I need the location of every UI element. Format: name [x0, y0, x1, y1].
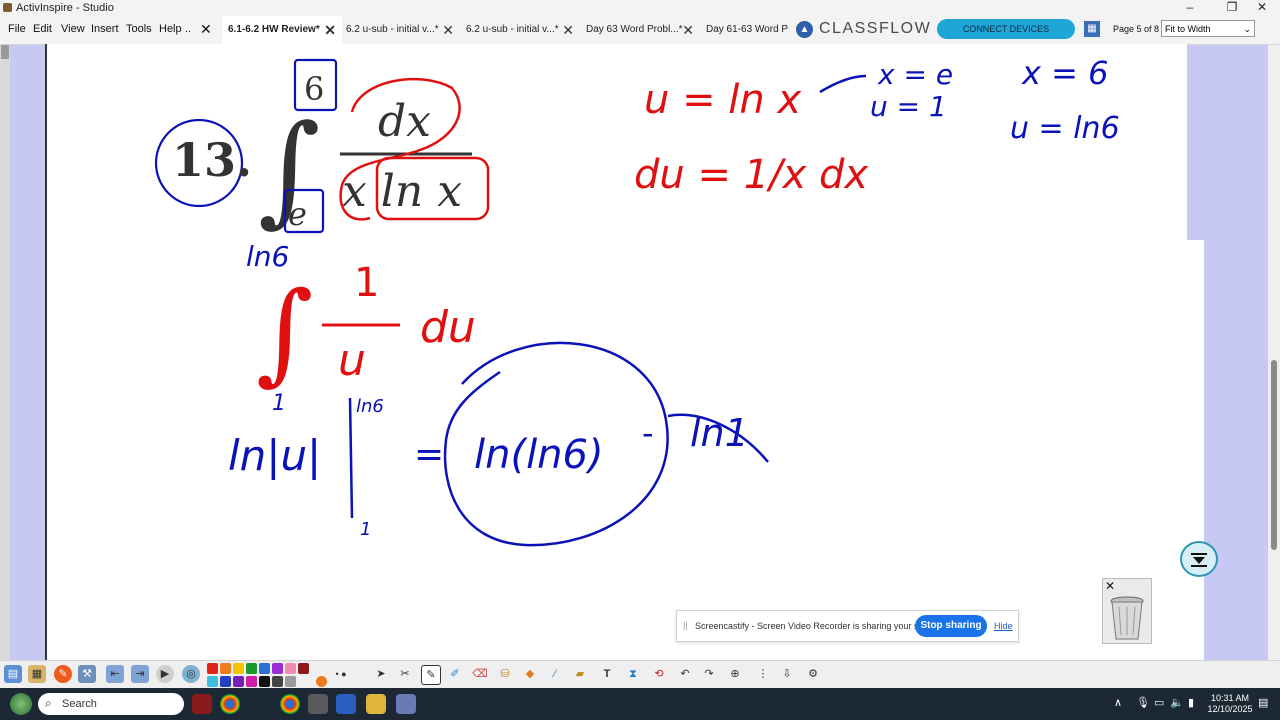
upper-limit-u: u = ln6	[1010, 111, 1120, 146]
flipchart-content: 13. ∫ 6 e dx x ln x u = ln x du = 1/x dx…	[154, 54, 1120, 547]
browsers-icon[interactable]: ▦	[28, 665, 46, 683]
color-swatch[interactable]	[207, 676, 218, 687]
share-message: Screencastify - Screen Video Recorder is…	[695, 621, 944, 631]
antiderivative: ln|u|	[228, 431, 321, 480]
timer-icon[interactable]: ⧗	[624, 665, 642, 683]
notifications-icon[interactable]: ▤	[1258, 696, 1268, 709]
clock[interactable]: 10:31 AM 12/10/2025	[1206, 693, 1254, 715]
more-tools-icon[interactable]: ⋮	[754, 665, 772, 683]
globe-icon[interactable]: ◎	[182, 665, 200, 683]
color-swatch[interactable]	[285, 676, 296, 687]
collapse-icon	[1191, 553, 1207, 567]
stop-sharing-button[interactable]: Stop sharing	[915, 615, 987, 637]
file-explorer-icon[interactable]	[366, 694, 386, 714]
color-swatch[interactable]	[316, 676, 327, 687]
tray-chevron-icon[interactable]: ∧	[1114, 696, 1122, 709]
hide-link[interactable]: Hide	[994, 621, 1013, 631]
substitution-du: du = 1/x dx	[634, 152, 868, 198]
search-placeholder: Search	[62, 698, 97, 710]
minus-sign: -	[642, 414, 654, 452]
clear-icon[interactable]: ⊕	[726, 665, 744, 683]
previous-page-icon[interactable]: ⇤	[106, 665, 124, 683]
app-icon[interactable]	[396, 694, 416, 714]
reset-icon[interactable]: ⟲	[650, 665, 668, 683]
collapse-toolbox-button[interactable]	[1180, 541, 1218, 577]
drag-handle-icon[interactable]: ||	[683, 620, 688, 630]
color-swatch[interactable]	[272, 663, 283, 674]
shape-icon[interactable]: ◆	[521, 665, 539, 683]
chrome-icon[interactable]	[280, 694, 300, 714]
trash-bin[interactable]: ✕	[1102, 578, 1152, 644]
clock-date: 12/10/2025	[1207, 704, 1253, 714]
search-icon: ⌕	[45, 696, 52, 710]
main-toolbox: ▤ ▦ ✎ ⚒ ⇤ ⇥ ▶ ◎ • ● ● ➤ ✂ ✎ ✐ ⌫ ⛁ ◆ ⁄ ▰ …	[0, 660, 1280, 697]
close-icon[interactable]: ✕	[1105, 579, 1115, 593]
color-swatch[interactable]	[246, 663, 257, 674]
trash-icon	[1110, 596, 1144, 640]
problem-number: 13.	[172, 133, 252, 187]
screen-share-notice: || Screencastify - Screen Video Recorder…	[676, 610, 1019, 642]
eval-upper-limit: ln6	[356, 396, 384, 417]
color-swatch[interactable]	[233, 676, 244, 687]
color-swatch[interactable]	[246, 676, 257, 687]
outlook-icon[interactable]	[336, 694, 356, 714]
microphone-icon[interactable]: 🎙	[1136, 696, 1150, 709]
dock-icon[interactable]: ⇩	[778, 665, 796, 683]
upper-limit-x: x = 6	[1021, 54, 1108, 92]
new-denominator: u	[338, 335, 366, 386]
battery-icon[interactable]: ▮	[1188, 696, 1194, 709]
display-icon[interactable]: ▭	[1154, 696, 1164, 709]
color-swatch[interactable]	[259, 663, 270, 674]
clock-time: 10:31 AM	[1210, 693, 1250, 703]
text-icon[interactable]: T	[598, 665, 616, 683]
fill-icon[interactable]: ⛁	[496, 665, 514, 683]
folder-icon[interactable]: ▰	[571, 665, 589, 683]
taskbar: ⌕ Search ∧ 🎙 ▭ 🔈 ▮ 10:31 AM 12/10/2025 ▤	[0, 688, 1280, 720]
customize-icon[interactable]: ⚙	[804, 665, 822, 683]
color-swatch[interactable]	[207, 663, 218, 674]
select-icon[interactable]: ➤	[372, 665, 390, 683]
lower-limit-u: u = 1	[870, 90, 947, 123]
integral-upper-limit: 6	[304, 70, 324, 108]
chrome-icon[interactable]	[220, 694, 240, 714]
color-swatch[interactable]	[259, 676, 270, 687]
new-du: du	[420, 302, 476, 353]
volume-icon[interactable]: 🔈	[1170, 696, 1184, 709]
eval-lower-limit: 1	[360, 519, 371, 540]
next-page-icon[interactable]: ⇥	[131, 665, 149, 683]
main-menu-icon[interactable]: ▤	[4, 665, 22, 683]
lower-limit-x: x = e	[877, 58, 953, 91]
integrand-numerator: dx	[378, 96, 431, 147]
color-swatch[interactable]	[272, 676, 283, 687]
new-integral-sign: ∫	[256, 268, 313, 396]
equals-sign: =	[414, 434, 444, 475]
new-numerator: 1	[354, 260, 379, 306]
designer-icon[interactable]: ⚒	[78, 665, 96, 683]
substitution-u: u = ln x	[644, 77, 801, 123]
start-button[interactable]	[10, 693, 32, 715]
activity-icon[interactable]: ✎	[54, 665, 72, 683]
taskbar-search[interactable]: ⌕ Search	[38, 693, 184, 715]
play-icon[interactable]: ▶	[156, 665, 174, 683]
color-swatch[interactable]	[285, 663, 296, 674]
new-lower-limit: 1	[272, 391, 286, 416]
eraser-icon[interactable]: ⌫	[471, 665, 489, 683]
pen-width-icon[interactable]: • ● ●	[332, 665, 350, 697]
undo-icon[interactable]: ↶	[676, 665, 694, 683]
app-icon[interactable]	[192, 694, 212, 714]
integrand-denominator: x ln x	[342, 166, 462, 217]
pen-icon[interactable]: ✎	[421, 665, 441, 685]
integral-lower-limit: e	[288, 195, 307, 233]
connector-icon[interactable]: ⁄	[546, 665, 564, 683]
color-swatch[interactable]	[220, 676, 231, 687]
color-swatch[interactable]	[233, 663, 244, 674]
color-swatch[interactable]	[220, 663, 231, 674]
result-term: ln(ln6)	[474, 432, 604, 478]
activinspire-icon[interactable]	[308, 694, 328, 714]
color-swatch[interactable]	[298, 663, 309, 674]
redo-icon[interactable]: ↷	[700, 665, 718, 683]
tools-icon[interactable]: ✂	[396, 665, 414, 683]
highlighter-icon[interactable]: ✐	[446, 665, 464, 683]
